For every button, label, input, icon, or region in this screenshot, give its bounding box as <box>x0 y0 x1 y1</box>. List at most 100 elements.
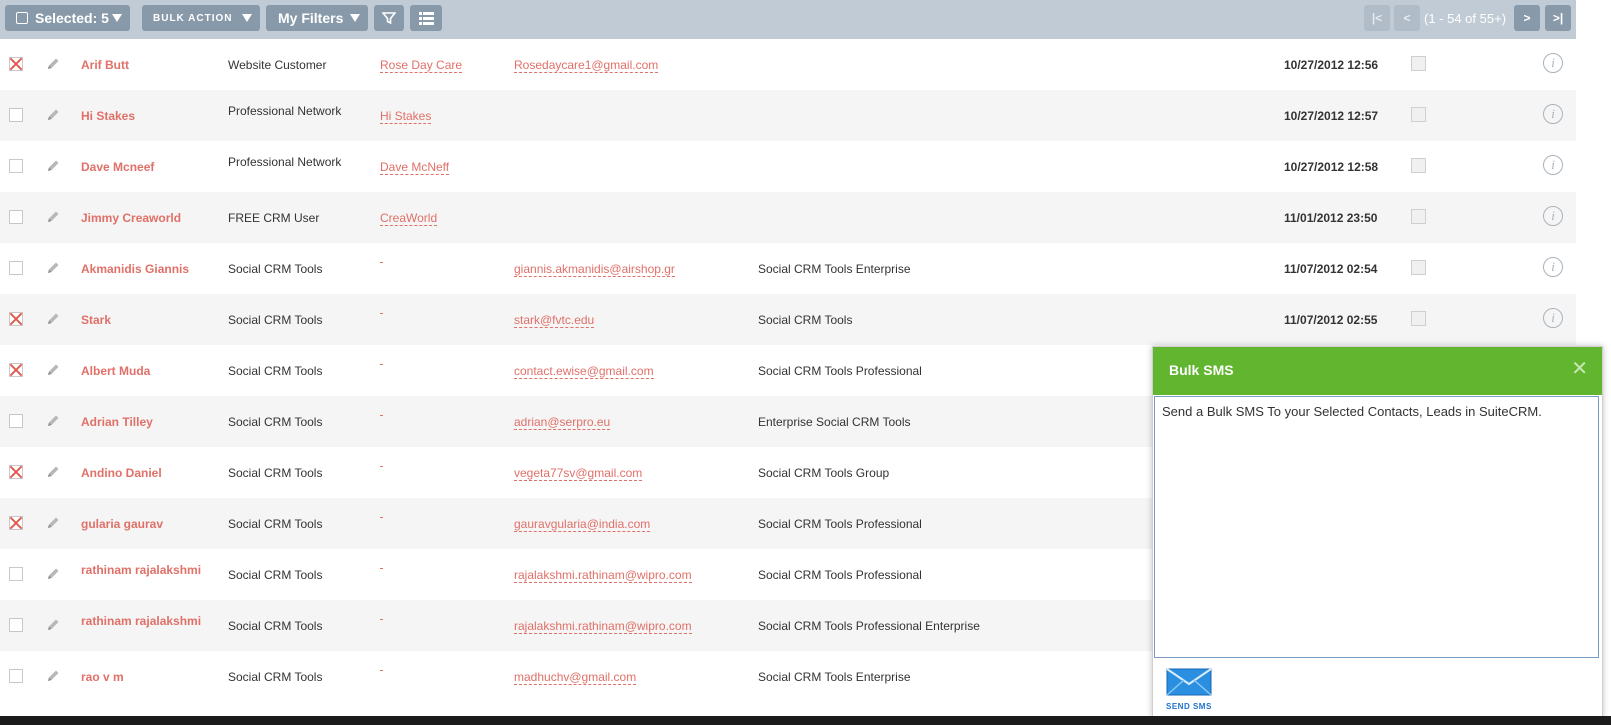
pencil-icon[interactable] <box>45 209 61 225</box>
row-checkbox[interactable] <box>9 465 23 479</box>
pager-prev-button[interactable]: < <box>1394 5 1420 31</box>
pencil-icon[interactable] <box>45 566 61 582</box>
info-icon[interactable]: i <box>1543 53 1563 73</box>
row-checkbox[interactable] <box>9 414 23 428</box>
lead-name-link[interactable]: Arif Butt <box>81 58 129 72</box>
lead-name-link[interactable]: rathinam rajalakshmi <box>81 614 201 628</box>
pencil-icon[interactable] <box>45 617 61 633</box>
row-checkbox[interactable] <box>9 618 23 632</box>
email-link[interactable]: gauravgularia@india.com <box>514 517 651 532</box>
lead-name-link[interactable]: Albert Muda <box>81 364 150 378</box>
email-link[interactable]: rajalakshmi.rathinam@wipro.com <box>514 568 692 583</box>
account-link[interactable]: Hi Stakes <box>380 109 432 124</box>
row-checkbox[interactable] <box>9 312 23 326</box>
row-checkbox[interactable] <box>9 210 23 224</box>
close-icon[interactable]: ✕ <box>1571 356 1588 381</box>
favorite-checkbox[interactable] <box>1411 260 1426 275</box>
email-link[interactable]: madhuchv@gmail.com <box>514 670 637 685</box>
row-checkbox[interactable] <box>9 261 23 275</box>
row-checkbox[interactable] <box>9 57 23 71</box>
info-icon[interactable]: i <box>1543 104 1563 124</box>
envelope-icon[interactable] <box>1166 668 1212 696</box>
account-link[interactable]: CreaWorld <box>380 211 438 226</box>
favorite-checkbox[interactable] <box>1411 56 1426 71</box>
email-link[interactable]: rajalakshmi.rathinam@wipro.com <box>514 619 692 634</box>
date-created: 10/27/2012 12:58 <box>1284 160 1379 174</box>
lead-name-link[interactable]: Dave Mcneef <box>81 160 154 174</box>
account-link[interactable] <box>380 568 383 569</box>
chevron-down-icon <box>242 14 252 22</box>
pencil-icon[interactable] <box>45 158 61 174</box>
campaign-name: Social CRM Tools Enterprise <box>758 262 911 276</box>
email-link[interactable]: stark@fvtc.edu <box>514 313 595 328</box>
email-link[interactable]: adrian@serpro.eu <box>514 415 611 430</box>
sms-message-input[interactable] <box>1154 396 1599 658</box>
selected-count-button[interactable]: Selected: 5 <box>5 5 130 31</box>
lead-name-link[interactable]: Jimmy Creaworld <box>81 211 181 225</box>
email-link[interactable]: Rosedaycare1@gmail.com <box>514 58 659 73</box>
row-checkbox[interactable] <box>9 669 23 683</box>
lead-name-link[interactable]: gularia gaurav <box>81 517 163 531</box>
campaign-name: Social CRM Tools Professional <box>758 517 922 531</box>
pencil-icon[interactable] <box>45 515 61 531</box>
pencil-icon[interactable] <box>45 362 61 378</box>
pager-first-button[interactable]: |< <box>1364 5 1390 31</box>
my-filters-button[interactable]: My Filters <box>266 5 368 31</box>
row-checkbox[interactable] <box>9 159 23 173</box>
dialog-header: Bulk SMS ✕ <box>1153 347 1602 395</box>
email-link[interactable]: contact.ewise@gmail.com <box>514 364 654 379</box>
row-checkbox[interactable] <box>9 516 23 530</box>
lead-name-link[interactable]: Hi Stakes <box>81 109 135 123</box>
pencil-icon[interactable] <box>45 107 61 123</box>
table-row: Hi Stakes Professional Network Hi Stakes 10… <box>0 90 1576 141</box>
info-icon[interactable]: i <box>1543 206 1563 226</box>
account-link[interactable]: Rose Day Care <box>380 58 463 73</box>
favorite-checkbox[interactable] <box>1411 107 1426 122</box>
account-link[interactable] <box>380 517 383 518</box>
pencil-icon[interactable] <box>45 668 61 684</box>
lead-name-link[interactable]: rao v m <box>81 670 124 684</box>
dialog-title: Bulk SMS <box>1169 362 1234 378</box>
pencil-icon[interactable] <box>45 464 61 480</box>
send-sms-button[interactable]: SEND SMS <box>1166 702 1212 711</box>
account-link[interactable] <box>380 466 383 467</box>
account-link[interactable]: Dave McNeff <box>380 160 450 175</box>
account-link[interactable] <box>380 364 383 365</box>
lead-source: Social CRM Tools <box>228 517 323 531</box>
lead-name-link[interactable]: Andino Daniel <box>81 466 162 480</box>
account-link[interactable] <box>380 619 383 620</box>
account-link[interactable] <box>380 262 383 263</box>
row-checkbox[interactable] <box>9 363 23 377</box>
lead-name-link[interactable]: Stark <box>81 313 111 327</box>
filter-button[interactable] <box>374 5 404 31</box>
row-checkbox[interactable] <box>9 108 23 122</box>
campaign-name: Social CRM Tools <box>758 313 853 327</box>
pencil-icon[interactable] <box>45 260 61 276</box>
favorite-checkbox[interactable] <box>1411 209 1426 224</box>
lead-name-link[interactable]: Akmanidis Giannis <box>81 262 189 276</box>
pencil-icon[interactable] <box>45 311 61 327</box>
info-icon[interactable]: i <box>1543 257 1563 277</box>
pencil-icon[interactable] <box>45 56 61 72</box>
email-link[interactable]: giannis.akmanidis@airshop.gr <box>514 262 675 277</box>
account-link[interactable] <box>380 670 383 671</box>
table-row: Stark Social CRM Tools stark@fvtc.edu Socia… <box>0 294 1576 345</box>
favorite-checkbox[interactable] <box>1411 311 1426 326</box>
account-link[interactable] <box>380 313 383 314</box>
selected-count-label: Selected: 5 <box>35 10 109 26</box>
account-link[interactable] <box>380 415 383 416</box>
column-chooser-button[interactable] <box>410 5 442 31</box>
email-link[interactable]: vegeta77sv@gmail.com <box>514 466 643 481</box>
lead-source: Social CRM Tools <box>228 313 323 327</box>
bulk-action-button[interactable]: BULK ACTION <box>142 5 260 31</box>
lead-name-link[interactable]: Adrian Tilley <box>81 415 153 429</box>
pager-next-button[interactable]: > <box>1514 5 1540 31</box>
favorite-checkbox[interactable] <box>1411 158 1426 173</box>
pencil-icon[interactable] <box>45 413 61 429</box>
pager-last-button[interactable]: >| <box>1545 5 1571 31</box>
lead-name-link[interactable]: rathinam rajalakshmi <box>81 563 201 577</box>
info-icon[interactable]: i <box>1543 155 1563 175</box>
row-checkbox[interactable] <box>9 567 23 581</box>
info-icon[interactable]: i <box>1543 308 1563 328</box>
campaign-name: Social CRM Tools Professional Enterprise <box>758 619 980 633</box>
